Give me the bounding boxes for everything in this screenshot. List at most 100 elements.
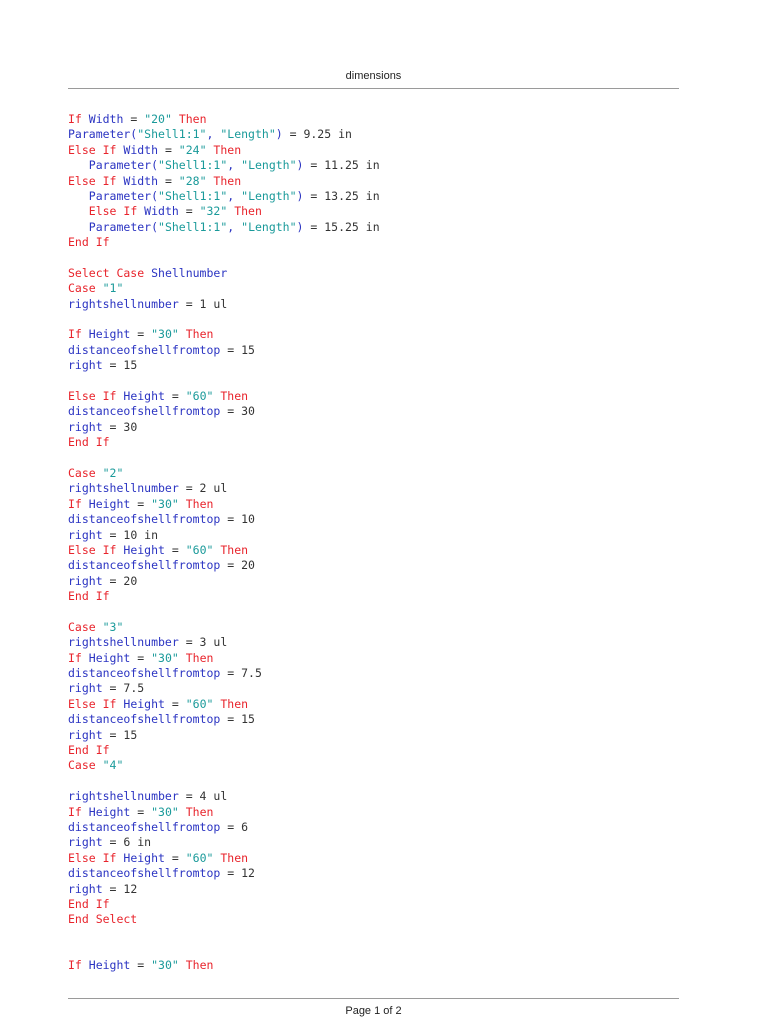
code-token: "2" bbox=[102, 465, 124, 480]
code-token: rightshellnumber bbox=[68, 296, 179, 311]
code-line: End Select bbox=[68, 912, 688, 927]
code-token: End If bbox=[68, 235, 110, 250]
code-token: Parameter( bbox=[88, 188, 159, 203]
code-token: Else If bbox=[68, 696, 124, 711]
code-token: right bbox=[68, 573, 103, 588]
code-token: Else If bbox=[68, 142, 124, 157]
code-token: = 15 bbox=[220, 342, 255, 357]
code-token: = 10 in bbox=[102, 527, 159, 542]
code-token: Else If bbox=[68, 173, 124, 188]
code-line: right = 10 in bbox=[68, 528, 688, 543]
header-divider bbox=[68, 88, 679, 89]
code-token: Width bbox=[123, 142, 159, 157]
code-token: "20" bbox=[144, 112, 172, 126]
code-line: distanceofshellfromtop = 20 bbox=[68, 558, 688, 573]
footer-divider bbox=[68, 998, 679, 999]
code-token: = 7.5 bbox=[102, 681, 145, 696]
code-token: "Shell1:1" bbox=[158, 219, 228, 234]
code-token: Height bbox=[88, 650, 131, 665]
code-listing: If Width = "20" Then Parameter("Shell1:1"… bbox=[68, 112, 688, 974]
code-line: Else If Width = "28" Then bbox=[68, 174, 688, 189]
code-token: Case bbox=[68, 619, 103, 634]
code-token: "Length" bbox=[241, 158, 297, 173]
code-token: = 3 ul bbox=[178, 635, 228, 650]
code-line: If Height = "30" Then bbox=[68, 651, 688, 666]
code-token: = 6 in bbox=[102, 835, 152, 850]
code-token: = 12 bbox=[220, 866, 255, 881]
code-token: distanceofshellfromtop bbox=[68, 819, 221, 834]
code-line: right = 12 bbox=[68, 882, 688, 897]
code-token: = 7.5 bbox=[220, 666, 262, 681]
code-line: rightshellnumber = 4 ul bbox=[68, 789, 688, 804]
code-line: Else If Height = "60" Then bbox=[68, 851, 688, 866]
code-token: "Shell1:1" bbox=[137, 127, 207, 142]
code-token: = 4 ul bbox=[178, 789, 228, 804]
code-line: Case "1" bbox=[68, 281, 688, 296]
code-line: distanceofshellfromtop = 15 bbox=[68, 712, 688, 727]
code-token: = 15 bbox=[102, 358, 138, 373]
code-line: If Height = "30" Then bbox=[68, 805, 688, 820]
code-token: = bbox=[130, 496, 152, 511]
code-token: right bbox=[68, 681, 103, 696]
code-token: Height bbox=[88, 327, 131, 342]
code-token: If bbox=[68, 958, 89, 973]
code-token: distanceofshellfromtop bbox=[68, 866, 221, 881]
code-line: Parameter("Shell1:1", "Length") = 15.25 … bbox=[68, 220, 688, 235]
code-token: = 2 ul bbox=[178, 481, 228, 496]
code-token: "60" bbox=[185, 542, 214, 557]
code-token: Then bbox=[171, 112, 207, 126]
code-line: If Height = "30" Then bbox=[68, 327, 688, 342]
code-token: "32" bbox=[199, 204, 228, 219]
code-token: End If bbox=[68, 435, 110, 450]
code-line: rightshellnumber = 1 ul bbox=[68, 297, 688, 312]
code-line: Else If Height = "60" Then bbox=[68, 697, 688, 712]
code-token: If bbox=[68, 804, 89, 819]
code-token: "1" bbox=[102, 281, 124, 296]
code-token: Then bbox=[206, 142, 242, 157]
code-token: Height bbox=[88, 804, 131, 819]
code-token: = bbox=[130, 327, 152, 342]
code-line: End If bbox=[68, 589, 688, 604]
code-token: right bbox=[68, 419, 103, 434]
page-number-label: Page 1 of 2 bbox=[345, 1005, 402, 1017]
code-token: Case bbox=[68, 281, 103, 296]
code-line: right = 30 bbox=[68, 420, 688, 435]
code-line: Case "2" bbox=[68, 466, 688, 481]
code-line: right = 6 in bbox=[68, 835, 688, 850]
code-line: Parameter("Shell1:1", "Length") = 13.25 … bbox=[68, 189, 688, 204]
code-token: Height bbox=[88, 496, 131, 511]
code-line: End If bbox=[68, 897, 688, 912]
code-token: rightshellnumber bbox=[68, 635, 179, 650]
code-token: Then bbox=[178, 327, 214, 342]
code-token: distanceofshellfromtop bbox=[68, 558, 221, 573]
code-line: Else If Height = "60" Then bbox=[68, 543, 688, 558]
code-line: Else If Width = "24" Then bbox=[68, 143, 688, 158]
code-line: Case "4" bbox=[68, 758, 688, 773]
code-token: Then bbox=[206, 173, 242, 188]
code-token: Then bbox=[213, 696, 249, 711]
code-token: End Select bbox=[68, 912, 138, 927]
code-token: Then bbox=[178, 650, 214, 665]
code-token: = bbox=[130, 650, 152, 665]
code-token: Height bbox=[123, 850, 165, 865]
code-line: End If bbox=[68, 435, 688, 450]
code-token: rightshellnumber bbox=[68, 481, 179, 496]
code-token: "24" bbox=[178, 142, 207, 157]
code-token: = 15 bbox=[102, 727, 138, 742]
code-token: = 30 bbox=[220, 404, 255, 419]
code-token: right bbox=[68, 727, 103, 742]
code-token: Shellnumber bbox=[151, 265, 228, 280]
code-token: = 13.25 in bbox=[303, 188, 380, 203]
code-token: "Length" bbox=[220, 127, 276, 142]
code-token: distanceofshellfromtop bbox=[68, 712, 221, 727]
code-token: = 9.25 in bbox=[282, 127, 352, 142]
code-line: right = 7.5 bbox=[68, 681, 688, 696]
code-token: Then bbox=[178, 804, 214, 819]
code-token: "4" bbox=[102, 758, 124, 773]
